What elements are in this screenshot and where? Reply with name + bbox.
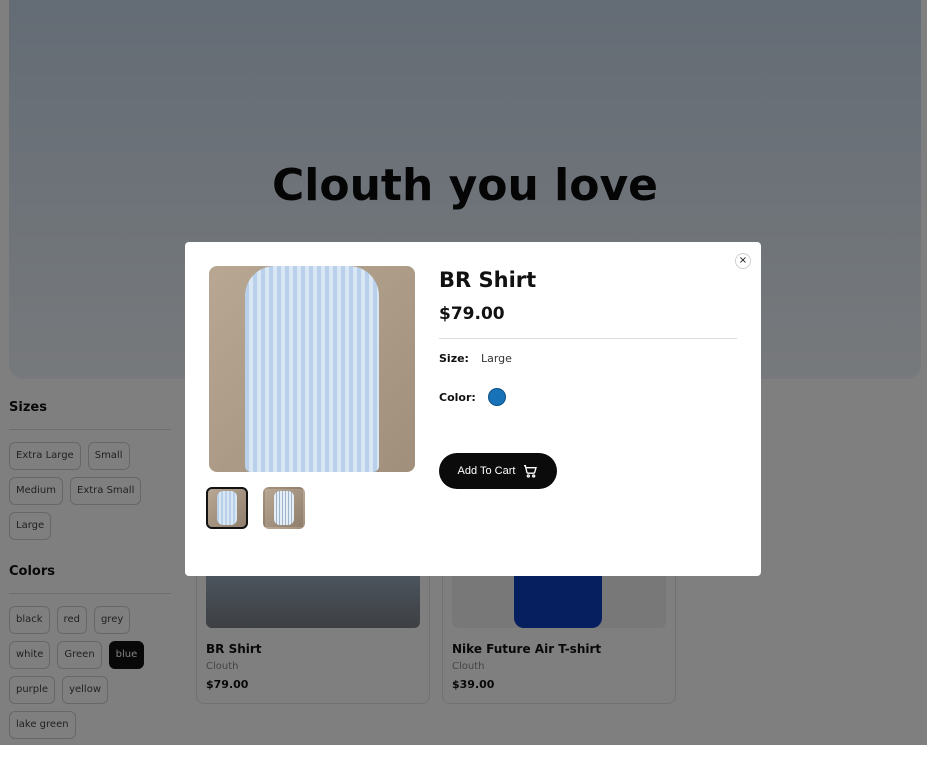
color-label: Color: [439,390,476,404]
size-row: Size: Large [439,352,512,365]
thumbnail-1[interactable] [206,487,248,529]
modal-product-title: BR Shirt [439,268,537,292]
size-label: Size: [439,352,469,365]
product-main-image [209,266,415,472]
modal-product-price: $79.00 [439,304,505,324]
thumbnail-2[interactable] [263,487,305,529]
add-to-cart-label: Add To Cart [457,465,516,477]
product-quick-view-modal: BR Shirt $79.00 Size: Large Color: Add T… [185,242,761,576]
add-to-cart-button[interactable]: Add To Cart [439,453,557,489]
color-swatch [487,388,506,406]
size-value: Large [480,352,512,365]
modal-divider [439,338,737,339]
image-thumbnails [206,487,305,529]
close-icon[interactable]: × [735,253,751,269]
shirt-illustration [245,266,379,472]
color-row: Color: [439,388,506,406]
shopping-cart-icon [524,465,538,478]
